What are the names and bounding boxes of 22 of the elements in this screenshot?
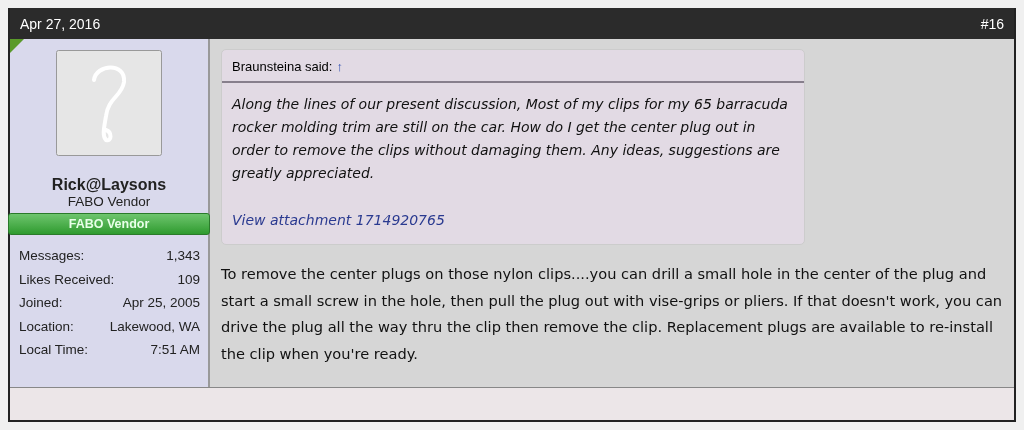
user-title: FABO Vendor	[67, 194, 151, 209]
post-date: Apr 27, 2016	[20, 15, 101, 32]
avatar-icon[interactable]	[56, 50, 162, 156]
stat-value: 1,343	[166, 247, 200, 265]
stat-label: Local Time:	[19, 341, 89, 359]
corner-icon	[10, 39, 24, 53]
username[interactable]: Rick@Laysons	[51, 176, 167, 194]
stat-label: Messages:	[19, 247, 85, 265]
stat-value: 109	[177, 270, 200, 289]
quote-attribution: Braunsteina said:	[232, 59, 333, 74]
user-banner: FABO Vendor	[8, 213, 210, 235]
attachment-link[interactable]: View attachment 1714920765	[232, 212, 445, 228]
stat-label: Location:	[19, 317, 74, 336]
quote-text: Along the lines of our present discussion, Most of my clips for my 65 barracuda rocker molding trim are still on the car. How do I get the center plug out in order to remove the clips without damaging them. Any ideas, suggestions are greatly appreciated.	[232, 95, 789, 183]
stat-label: Joined:	[19, 294, 63, 312]
stat-value: Lakewood, WA	[109, 317, 200, 336]
stat-value: 7:51 AM	[150, 341, 200, 359]
post-text: To remove the center plugs on those nylon clips....you can drill a small hole in the center of the plug and start a small screw in the hole, then pull the plug out with vise-grips or pliers. If that doesn't work, you can drive the plug all the way thru the clip then remove the clip. Replacement plugs are available to re-install the clip when you're ready.	[221, 264, 1004, 364]
stat-value: Apr 25, 2005	[122, 294, 200, 312]
post-number[interactable]: #16	[980, 15, 1004, 32]
stat-label: Likes Received:	[19, 270, 115, 289]
jump-link[interactable]: ↑	[336, 59, 343, 74]
